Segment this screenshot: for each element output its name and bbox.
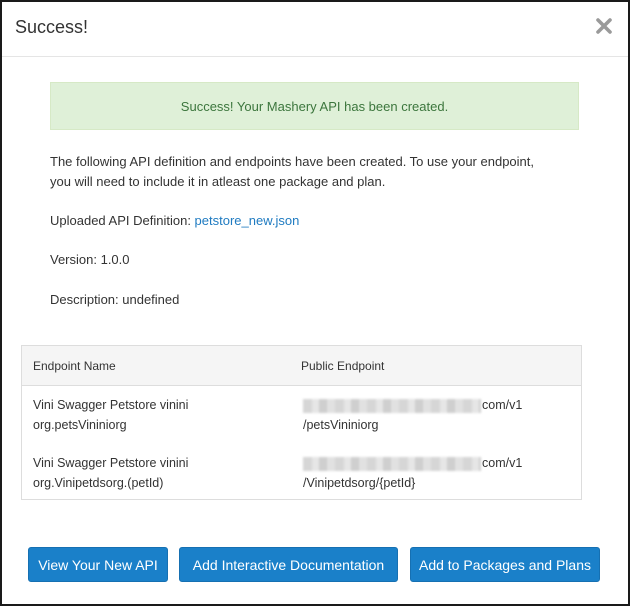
success-alert-message: Success! Your Mashery API has been creat… bbox=[180, 98, 449, 114]
endpoint-name-cell: Vini Swagger Petstore vinini org.Vinipet… bbox=[33, 453, 283, 493]
intro-line-2: you will need to include it in atleast o… bbox=[50, 174, 386, 189]
endpoint-name-cell: Vini Swagger Petstore vinini org.petsVin… bbox=[33, 395, 283, 435]
public-endpoint-cell: com/v1 /petsVininiorg bbox=[303, 395, 563, 435]
table-row: Vini Swagger Petstore vinini org.petsVin… bbox=[22, 393, 581, 451]
endpoint-name-line: Vini Swagger Petstore vinini bbox=[33, 456, 189, 470]
dialog-header: Success! bbox=[2, 2, 628, 57]
add-to-packages-and-plans-button[interactable]: Add to Packages and Plans bbox=[410, 547, 600, 582]
column-header-public-endpoint: Public Endpoint bbox=[301, 359, 385, 373]
close-icon[interactable] bbox=[594, 16, 614, 36]
endpoint-name-line: org.petsVininiorg bbox=[33, 418, 127, 432]
redacted-host bbox=[303, 456, 481, 471]
success-alert: Success! Your Mashery API has been creat… bbox=[50, 82, 579, 130]
intro-text: The following API definition and endpoin… bbox=[50, 152, 590, 192]
endpoint-name-line: org.Vinipetdsorg.(petId) bbox=[33, 476, 164, 490]
add-interactive-documentation-button[interactable]: Add Interactive Documentation bbox=[179, 547, 398, 582]
redacted-host bbox=[303, 398, 481, 413]
column-header-endpoint-name: Endpoint Name bbox=[33, 359, 116, 373]
endpoint-suffix: com/v1 bbox=[482, 456, 523, 470]
public-endpoint-cell: com/v1 /Vinipetdsorg/{petId} bbox=[303, 453, 563, 493]
uploaded-definition: Uploaded API Definition: petstore_new.js… bbox=[50, 211, 590, 231]
uploaded-file-link[interactable]: petstore_new.json bbox=[195, 213, 300, 228]
endpoints-table: Endpoint Name Public Endpoint Vini Swagg… bbox=[21, 345, 582, 500]
endpoint-path: /Vinipetdsorg/{petId} bbox=[303, 476, 416, 490]
uploaded-label: Uploaded API Definition: bbox=[50, 213, 195, 228]
view-new-api-button[interactable]: View Your New API bbox=[28, 547, 168, 582]
intro-line-1: The following API definition and endpoin… bbox=[50, 154, 534, 169]
table-header: Endpoint Name Public Endpoint bbox=[22, 346, 581, 386]
endpoint-name-line: Vini Swagger Petstore vinini bbox=[33, 398, 189, 412]
endpoint-suffix: com/v1 bbox=[482, 398, 523, 412]
endpoint-path: /petsVininiorg bbox=[303, 418, 379, 432]
success-dialog: Success! Success! Your Mashery API has b… bbox=[0, 0, 630, 606]
dialog-title: Success! bbox=[15, 17, 89, 37]
table-row: Vini Swagger Petstore vinini org.Vinipet… bbox=[22, 451, 581, 509]
description-text: Description: undefined bbox=[50, 292, 180, 307]
version-text: Version: 1.0.0 bbox=[50, 252, 130, 267]
